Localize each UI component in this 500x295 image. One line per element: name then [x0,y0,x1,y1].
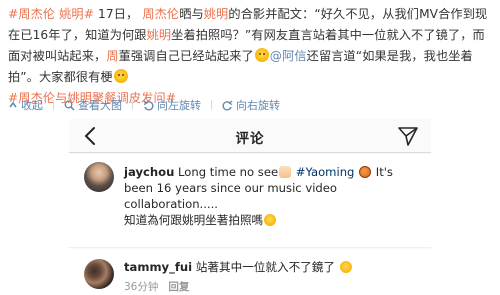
view-large-label: 查看大图 [78,99,122,112]
hashtag-link[interactable]: #周杰伦 姚明# [8,7,94,21]
laughing-face-icon [339,261,352,273]
collapse-label: 收起 [21,99,43,112]
post-caption: jaychou Long time no see #Yaoming It's b… [69,154,431,248]
caption-segment: Long time no see [174,165,279,179]
avatar[interactable] [84,259,114,289]
thinking-face-icon [264,214,277,226]
mention-link[interactable]: @阿信 [270,49,307,63]
toolbar-divider [132,100,133,110]
comment-text: tammy_fui 站著其中一位就入不了鏡了 [124,259,424,275]
comment-body: 站著其中一位就入不了鏡了 [192,260,335,274]
collapse-icon [9,101,17,108]
comments-title: 评论 [235,131,265,147]
embedded-screenshot[interactable]: 评论 jaychou Long time no see #Yaoming It'… [69,119,431,295]
rotate-right-label: 向右旋转 [236,99,280,112]
rotate-left-label: 向左旋转 [157,99,201,112]
peace-hand-icon [279,166,292,178]
caption-segment: 知道為何跟姚明坐著拍照嗎 [124,213,264,227]
caption-text: jaychou Long time no see #Yaoming It's b… [124,164,424,228]
grin-emoji-icon [254,48,269,62]
reply-button[interactable]: 回复 [168,279,189,294]
basketball-icon [359,166,372,178]
view-large-button[interactable]: 查看大图 [64,97,122,113]
rotate-left-icon [143,100,154,110]
rotate-left-button[interactable]: 向左旋转 [143,97,201,113]
grin-emoji-icon [113,69,128,83]
image-toolbar: 收起 查看大图 向左旋转 向右旋转 [8,97,280,113]
comment-time: 36分钟 [124,281,159,293]
post-date: 17日， [98,7,139,21]
weibo-post: #周杰伦 姚明# 17日， 周杰伦晒与姚明的合影并配文：“好久不见，从我们MV合… [0,0,500,295]
comments-header: 评论 [69,119,431,153]
rotate-right-icon [222,100,233,110]
keyword-zhou[interactable]: 周 [106,49,118,63]
send-icon[interactable] [397,125,419,147]
post-text-segment: 董强调自己已经站起来了 [118,49,254,63]
comment-meta: 36分钟 回复 [124,279,189,294]
comment-username[interactable]: tammy_fui [124,260,192,274]
post-text: #周杰伦 姚明# 17日， 周杰伦晒与姚明的合影并配文：“好久不见，从我们MV合… [8,4,496,109]
rotate-right-button[interactable]: 向右旋转 [222,97,280,113]
keyword-yao[interactable]: 姚明 [204,7,229,21]
magnify-icon [64,100,75,111]
comment-item: tammy_fui 站著其中一位就入不了鏡了 36分钟 回复 [69,249,431,295]
keyword-jay[interactable]: 周杰伦 [142,7,179,21]
caption-username[interactable]: jaychou [124,165,174,179]
keyword-yao[interactable]: 姚明 [147,28,172,42]
post-text-segment: 晒与 [179,7,204,21]
caption-hashtag[interactable]: #Yaoming [292,165,355,179]
toolbar-divider [211,100,212,110]
toolbar-divider [53,100,54,110]
avatar[interactable] [84,162,114,192]
collapse-button[interactable]: 收起 [8,97,43,113]
